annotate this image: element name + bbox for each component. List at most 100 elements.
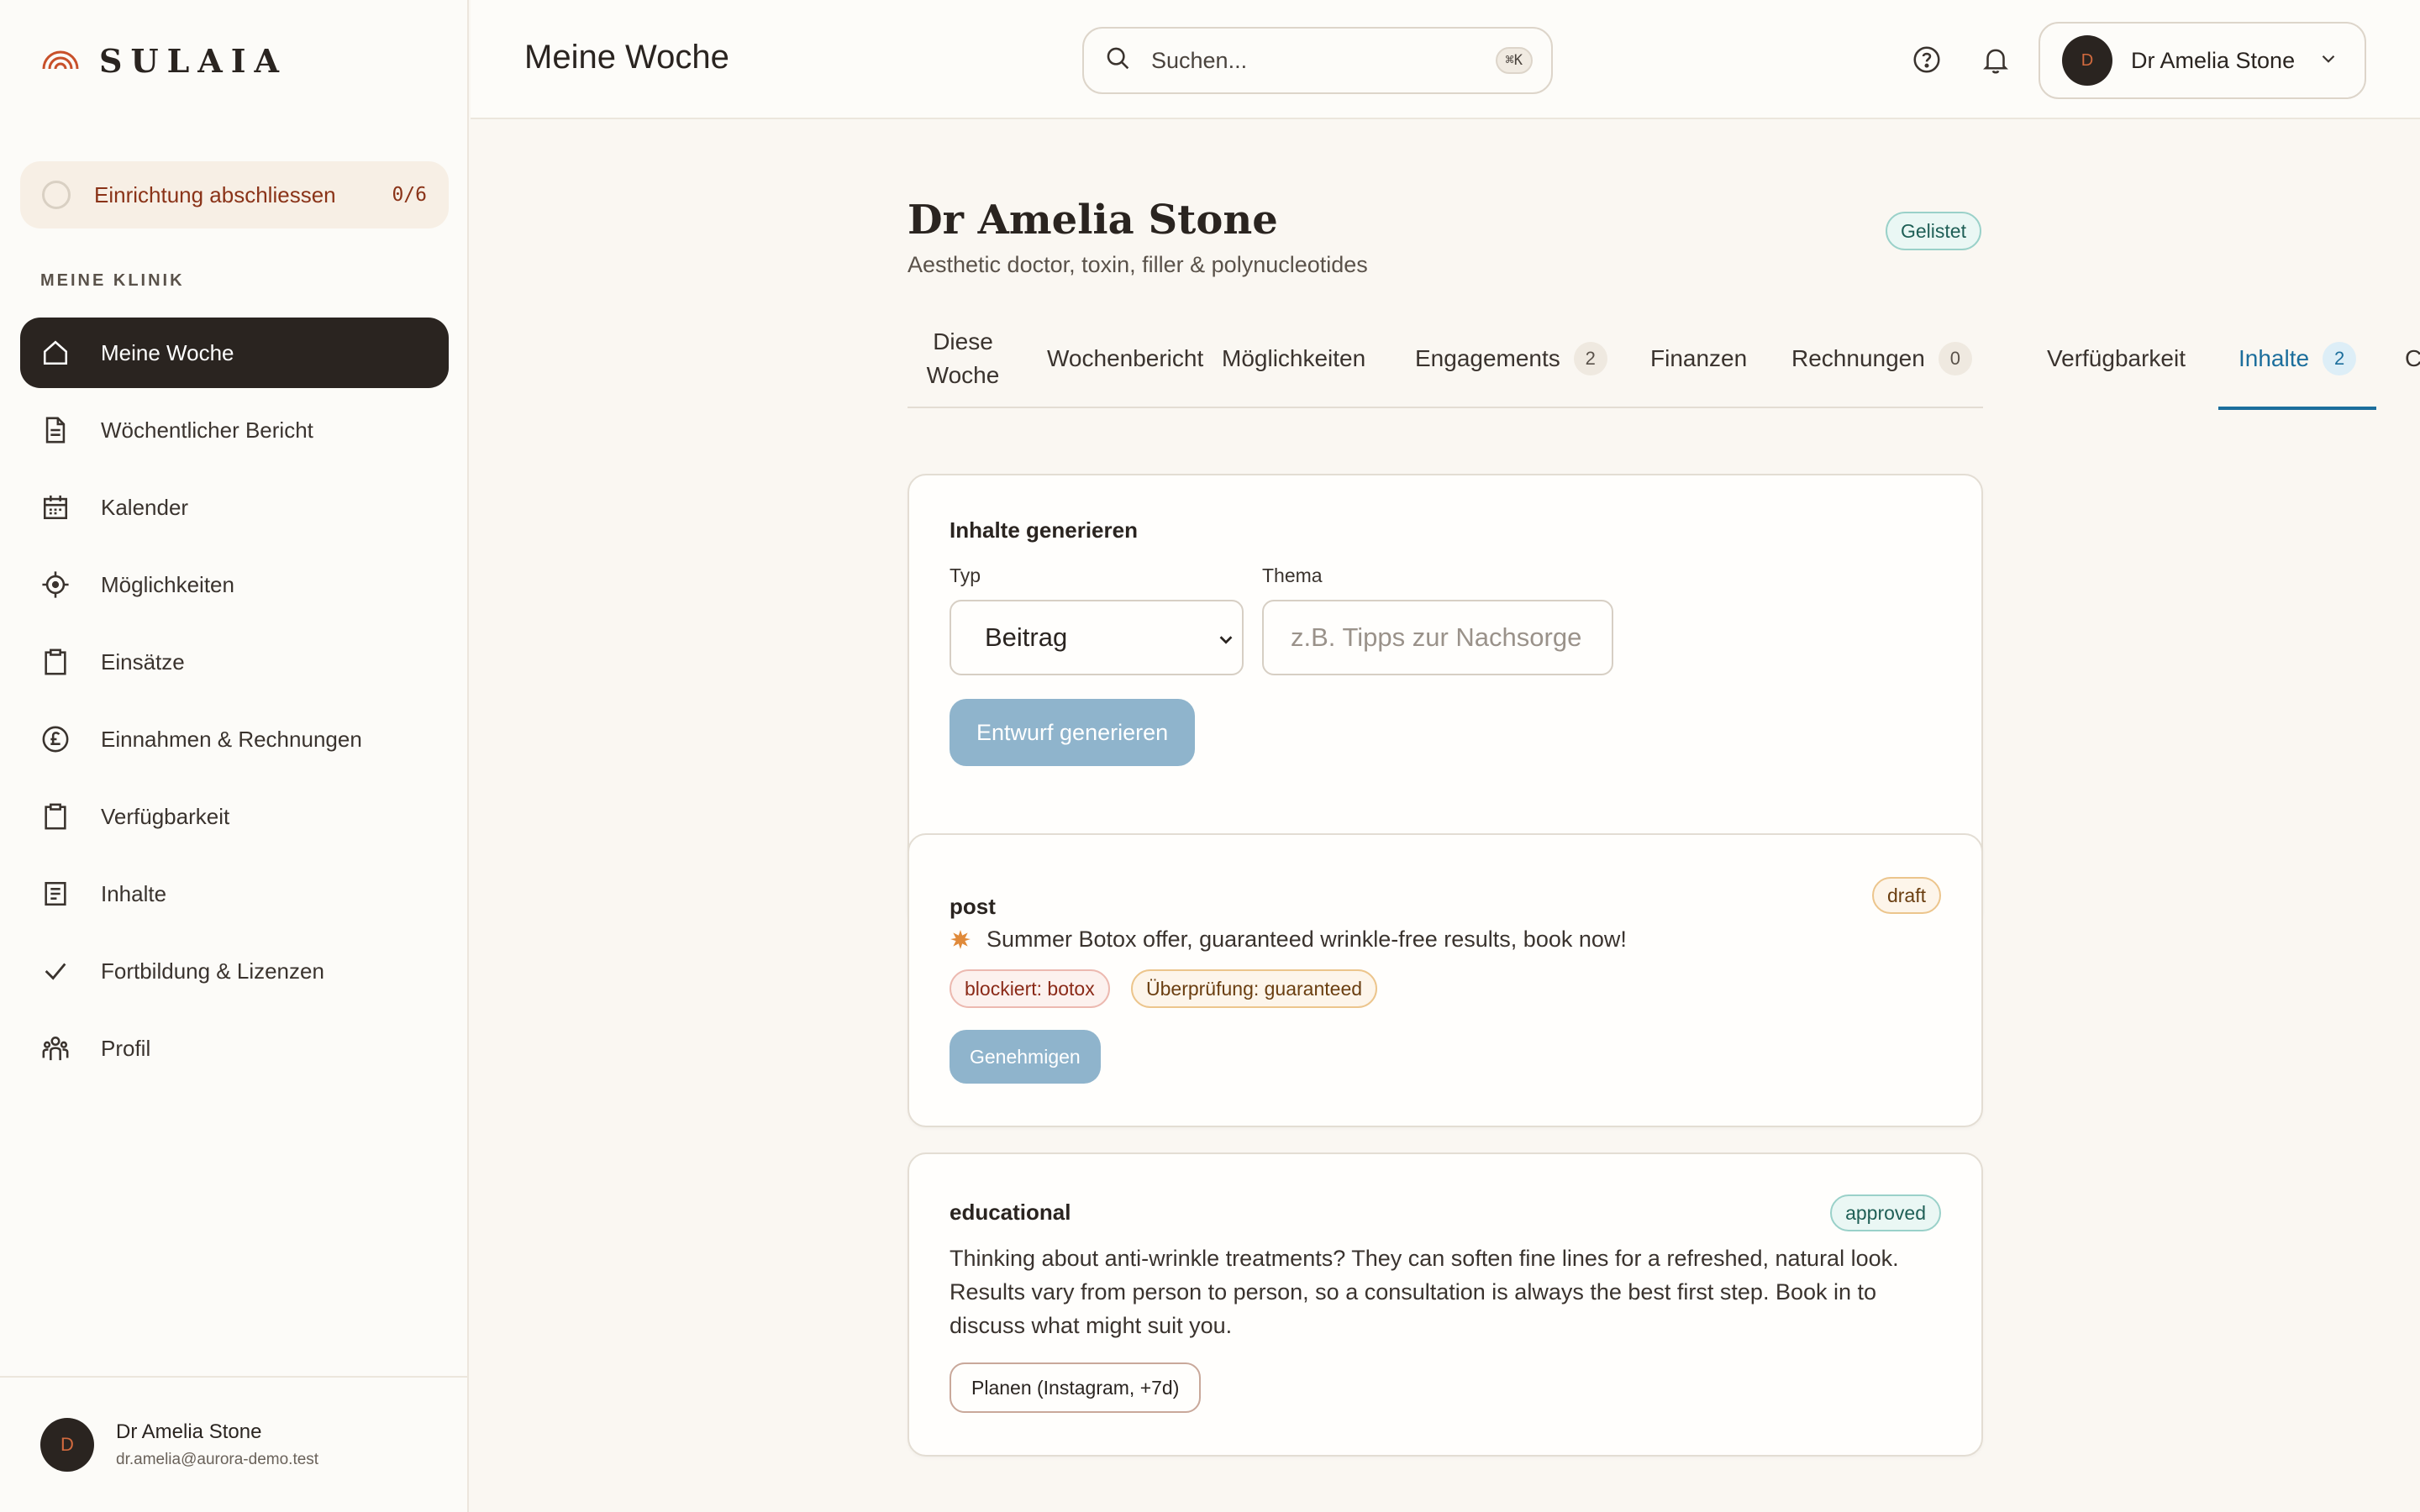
sidebar-item-fortbildung-lizenzen[interactable]: Fortbildung & Lizenzen bbox=[20, 936, 449, 1006]
sidebar-item-verfuegbarkeit[interactable]: Verfügbarkeit bbox=[20, 781, 449, 852]
tab-label: Diese Woche bbox=[926, 328, 1000, 388]
sidebar-item-inhalte[interactable]: Inhalte bbox=[20, 858, 449, 929]
warning-burst-icon bbox=[950, 928, 971, 950]
profile-tabs: Diese Woche Wochenbericht Möglichkeiten … bbox=[908, 309, 2420, 410]
tab-label: Engagements bbox=[1415, 345, 1560, 371]
footer-user-email: dr.amelia@aurora-demo.test bbox=[116, 1451, 319, 1468]
tab-finanzen[interactable]: Finanzen bbox=[1650, 309, 1747, 408]
home-icon bbox=[40, 338, 71, 368]
count-badge: 2 bbox=[2323, 342, 2357, 375]
tab-label: Inhalte bbox=[2238, 345, 2310, 371]
avatar: D bbox=[40, 1418, 94, 1472]
calendar-icon bbox=[40, 492, 71, 522]
approve-button[interactable]: Genehmigen bbox=[950, 1030, 1101, 1084]
sidebar-item-label: Verfügbarkeit bbox=[101, 803, 230, 829]
sulaia-logo-icon bbox=[40, 45, 81, 76]
sidebar-item-label: Einnahmen & Rechnungen bbox=[101, 726, 362, 752]
sidebar-item-kalender[interactable]: Kalender bbox=[20, 472, 449, 543]
search-input[interactable] bbox=[1151, 47, 1496, 74]
progress-circle-icon bbox=[42, 181, 71, 209]
sidebar-item-label: Fortbildung & Lizenzen bbox=[101, 958, 324, 984]
tab-verfuegbarkeit[interactable]: Verfügbarkeit bbox=[2047, 309, 2186, 408]
help-icon[interactable] bbox=[1911, 44, 1943, 76]
status-badge: Gelistet bbox=[1886, 212, 1981, 250]
generator-title: Inhalte generieren bbox=[950, 517, 1138, 543]
sidebar-item-label: Wöchentlicher Bericht bbox=[101, 417, 313, 443]
search-box[interactable]: ⌘K bbox=[1082, 27, 1553, 94]
type-select-value: Beitrag bbox=[985, 622, 1068, 652]
avatar: D bbox=[2062, 35, 2112, 86]
main-content: Dr Amelia Stone Aesthetic doctor, toxin,… bbox=[471, 121, 2420, 1512]
profile-name: Dr Amelia Stone bbox=[908, 197, 1278, 244]
content-text-row: Summer Botox offer, guaranteed wrinkle-f… bbox=[950, 922, 1627, 956]
sidebar-item-label: Einsätze bbox=[101, 648, 185, 675]
count-badge: 2 bbox=[1573, 342, 1607, 375]
blocked-term-chip: blockiert: botox bbox=[950, 969, 1110, 1008]
content-item-card: post draft Summer Botox offer, guarantee… bbox=[908, 833, 1983, 1127]
status-badge: draft bbox=[1871, 877, 1941, 914]
tab-moeglichkeiten[interactable]: Möglichkeiten bbox=[1222, 309, 1365, 408]
content-text: Thinking about anti-wrinkle treatments? … bbox=[950, 1246, 1899, 1338]
search-icon bbox=[1104, 45, 1133, 77]
type-select[interactable]: Beitrag bbox=[950, 600, 1244, 675]
sidebar-item-woechentlicher-bericht[interactable]: Wöchentlicher Bericht bbox=[20, 395, 449, 465]
sidebar-user-footer[interactable]: D Dr Amelia Stone dr.amelia@aurora-demo.… bbox=[0, 1376, 467, 1512]
tab-engagements[interactable]: Engagements 2 bbox=[1415, 309, 1607, 408]
page-title: Meine Woche bbox=[524, 39, 729, 76]
top-header: Meine Woche ⌘K D Dr Amelia Stone bbox=[471, 0, 2420, 119]
sidebar-item-moeglichkeiten[interactable]: Möglichkeiten bbox=[20, 549, 449, 620]
tab-overflow[interactable]: C bbox=[2405, 309, 2420, 408]
setup-label: Einrichtung abschliessen bbox=[94, 181, 336, 207]
topic-label: Thema bbox=[1262, 564, 1323, 586]
tab-label: C bbox=[2405, 345, 2420, 371]
document-icon bbox=[40, 415, 71, 445]
footer-user-name: Dr Amelia Stone bbox=[116, 1420, 262, 1443]
setup-progress-button[interactable]: Einrichtung abschliessen 0/6 bbox=[20, 161, 449, 228]
tab-rechnungen[interactable]: Rechnungen 0 bbox=[1791, 309, 1972, 408]
brand-name: SULAIA bbox=[99, 41, 288, 80]
people-icon bbox=[40, 1033, 71, 1063]
sidebar-item-label: Möglichkeiten bbox=[101, 571, 234, 597]
sidebar-item-label: Inhalte bbox=[101, 880, 167, 906]
generate-draft-button[interactable]: Entwurf generieren bbox=[950, 699, 1196, 766]
content-type: educational bbox=[950, 1200, 1071, 1225]
status-badge: approved bbox=[1830, 1194, 1941, 1231]
setup-count: 0/6 bbox=[392, 184, 427, 206]
tab-inhalte[interactable]: Inhalte 2 bbox=[2218, 309, 2377, 410]
chevron-down-icon bbox=[2317, 48, 2365, 74]
type-label: Typ bbox=[950, 564, 981, 586]
pound-icon bbox=[40, 724, 71, 754]
sidebar-item-meine-woche[interactable]: Meine Woche bbox=[20, 318, 449, 388]
sidebar: SULAIA Einrichtung abschliessen 0/6 MEIN… bbox=[0, 0, 469, 1512]
sidebar-item-label: Meine Woche bbox=[101, 339, 234, 365]
tab-label: Möglichkeiten bbox=[1222, 345, 1366, 371]
content-type: post bbox=[950, 894, 996, 919]
list-icon bbox=[40, 879, 71, 909]
sidebar-nav: Meine Woche Wöchentlicher Bericht Kalend… bbox=[20, 318, 449, 1090]
tab-label: Finanzen bbox=[1650, 345, 1748, 371]
user-menu-button[interactable]: D Dr Amelia Stone bbox=[2039, 22, 2366, 99]
brand-logo[interactable]: SULAIA bbox=[40, 40, 287, 81]
user-menu-name: Dr Amelia Stone bbox=[2131, 47, 2296, 73]
review-term-chip: Überprüfung: guaranteed bbox=[1131, 969, 1378, 1008]
bell-icon[interactable] bbox=[1980, 44, 2012, 76]
count-badge: 0 bbox=[1938, 342, 1972, 375]
tab-label: Verfügbarkeit bbox=[2047, 345, 2186, 371]
tab-label: Wochenbericht bbox=[1047, 345, 1204, 371]
tab-diese-woche[interactable]: Diese Woche bbox=[908, 309, 1018, 408]
sidebar-item-einnahmen-rechnungen[interactable]: Einnahmen & Rechnungen bbox=[20, 704, 449, 774]
topic-input[interactable] bbox=[1262, 600, 1613, 675]
tab-wochenbericht[interactable]: Wochenbericht bbox=[1047, 309, 1203, 408]
tab-label: Rechnungen bbox=[1791, 345, 1925, 371]
clipboard-icon bbox=[40, 801, 71, 832]
search-shortcut: ⌘K bbox=[1495, 47, 1533, 74]
sidebar-section-label: MEINE KLINIK bbox=[40, 271, 185, 290]
sidebar-item-einsaetze[interactable]: Einsätze bbox=[20, 627, 449, 697]
check-icon bbox=[40, 956, 71, 986]
schedule-button[interactable]: Planen (Instagram, +7d) bbox=[950, 1362, 1202, 1413]
content-item-card: educational approved Thinking about anti… bbox=[908, 1152, 1983, 1457]
clipboard-icon bbox=[40, 647, 71, 677]
crosshair-icon bbox=[40, 570, 71, 600]
content-text: Summer Botox offer, guaranteed wrinkle-f… bbox=[986, 927, 1627, 952]
sidebar-item-profil[interactable]: Profil bbox=[20, 1013, 449, 1084]
